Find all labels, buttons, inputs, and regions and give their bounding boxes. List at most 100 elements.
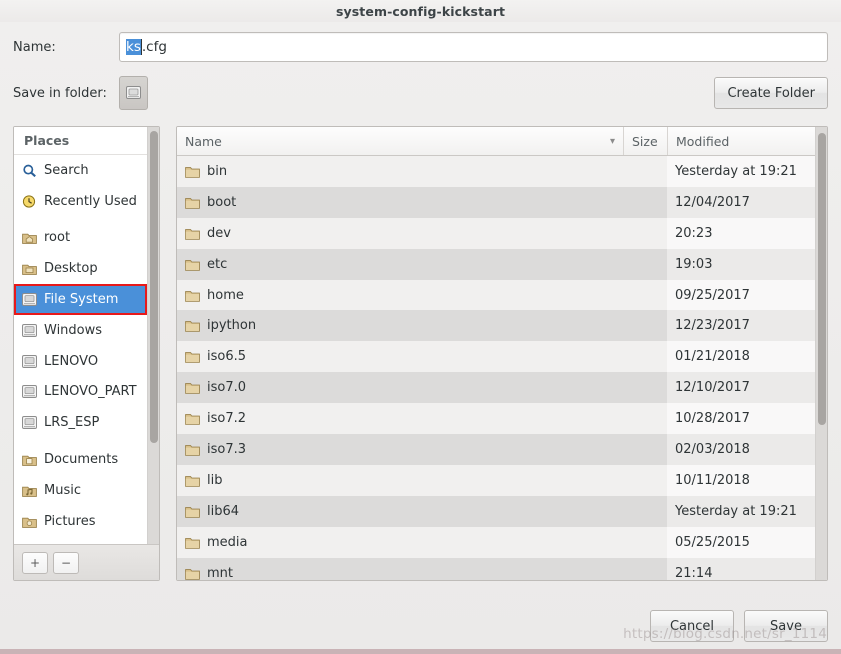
table-row[interactable]: ipython 12/23/2017 [177,310,815,342]
cancel-button[interactable]: Cancel [650,610,734,642]
table-row[interactable]: bin Yesterday at 19:21 [177,156,815,187]
disk-icon [126,84,141,103]
table-row[interactable]: iso7.0 12/10/2017 [177,372,815,404]
table-row[interactable]: iso7.3 02/03/2018 [177,434,815,465]
file-save-dialog: system-config-kickstart Name: ks .cfg Sav… [0,0,841,654]
folder-icon [185,505,200,518]
filename-input[interactable]: ks .cfg [119,32,828,62]
sidebar-item-recently-used[interactable]: Recently Used [14,186,147,217]
disk-icon [22,385,37,399]
pictures-folder-icon [22,515,37,528]
column-header-size-label: Size [632,133,658,149]
places-footer: + − [14,544,159,580]
file-name-cell: mnt [177,558,623,580]
places-scroll-area: Places Search Recently Used root Desktop Fil… [14,127,159,544]
sidebar-item-windows[interactable]: Windows [14,315,147,346]
sidebar-item-pictures[interactable]: Pictures [14,506,147,537]
file-modified-cell: 12/10/2017 [667,372,815,404]
home-folder-icon [22,231,37,245]
create-folder-label: Create Folder [727,85,815,101]
plus-icon: + [29,555,41,570]
file-modified-cell: 09/25/2017 [667,279,815,311]
places-sidebar: Places Search Recently Used root Desktop Fil… [13,126,160,581]
bottom-strip [0,649,841,654]
file-name-label: boot [207,194,237,210]
file-name-cell: lib64 [177,496,623,527]
save-in-folder-label: Save in folder: [13,85,107,101]
column-header-modified[interactable]: Modified [667,127,815,155]
save-in-folder-row: Save in folder: Create Folder [0,62,841,110]
table-row[interactable]: lib 10/11/2018 [177,464,815,496]
sidebar-item-lrs-esp[interactable]: LRS_ESP [14,407,147,438]
save-button[interactable]: Save [744,610,828,642]
file-list-scrollbar[interactable] [815,127,827,580]
table-row[interactable]: iso7.2 10/28/2017 [177,403,815,435]
disk-icon [22,354,37,368]
file-modified-cell: Yesterday at 19:21 [667,156,815,187]
file-size-cell [623,527,667,558]
window-title: system-config-kickstart [335,3,506,19]
file-name-cell: iso7.0 [177,372,623,403]
file-name-cell: lib [177,465,623,496]
places-list: Places Search Recently Used root Desktop Fil… [14,127,147,544]
column-header-size[interactable]: Size [623,127,667,155]
file-name-label: lib [207,472,223,488]
table-row[interactable]: lib64 Yesterday at 19:21 [177,495,815,527]
sidebar-item-documents[interactable]: Documents [14,444,147,475]
file-size-cell [623,249,667,280]
sidebar-item-root[interactable]: root [14,223,147,254]
folder-icon [185,536,200,549]
table-row[interactable]: mnt 21:14 [177,557,815,580]
folder-icon [185,196,200,209]
search-icon [22,164,37,177]
file-size-cell [623,558,667,580]
table-row[interactable]: media 05/25/2015 [177,526,815,558]
column-header-modified-label: Modified [676,133,730,149]
table-row[interactable]: dev 20:23 [177,217,815,249]
table-row[interactable]: boot 12/04/2017 [177,186,815,218]
dialog-body: Places Search Recently Used root Desktop Fil… [13,126,828,581]
file-modified-cell: 10/28/2017 [667,403,815,435]
file-size-cell [623,156,667,187]
add-bookmark-button[interactable]: + [22,551,48,574]
folder-icon [185,474,200,487]
sidebar-item-search[interactable]: Search [14,155,147,186]
file-list-scrollbar-thumb[interactable] [818,133,826,425]
sidebar-item-label: File System [44,292,119,308]
sidebar-item-label: Desktop [44,261,98,277]
file-modified-cell: 12/23/2017 [667,310,815,342]
file-name-label: lib64 [207,503,240,519]
table-row[interactable]: etc 19:03 [177,248,815,280]
sidebar-item-label: Windows [44,322,103,338]
file-name-cell: bin [177,156,623,187]
remove-bookmark-button[interactable]: − [53,551,79,574]
create-folder-button[interactable]: Create Folder [714,77,828,109]
table-row[interactable]: iso6.5 01/21/2018 [177,341,815,373]
name-row: Name: ks .cfg [0,22,841,62]
sidebar-item-desktop[interactable]: Desktop [14,253,147,284]
cancel-label: Cancel [669,618,715,634]
file-modified-cell: Yesterday at 19:21 [667,495,815,527]
file-name-cell: ipython [177,310,623,341]
column-header-name[interactable]: Name ▾ [177,127,623,155]
sidebar-item-lenovo[interactable]: LENOVO [14,346,147,377]
file-name-cell: iso7.2 [177,403,623,434]
file-name-cell: dev [177,218,623,249]
file-size-cell [623,310,667,341]
folder-icon [185,165,200,178]
file-name-label: mnt [207,565,233,580]
sidebar-item-music[interactable]: Music [14,475,147,506]
file-name-label: iso7.3 [207,441,247,457]
file-name-cell: iso6.5 [177,341,623,372]
sidebar-item-file-system[interactable]: File System [14,284,147,315]
file-modified-cell: 01/21/2018 [667,341,815,373]
sidebar-item-label: Music [44,482,81,498]
sidebar-item-lenovo-part[interactable]: LENOVO_PART [14,377,147,408]
file-size-cell [623,465,667,496]
chevron-down-icon: ▾ [609,135,615,147]
table-row[interactable]: home 09/25/2017 [177,279,815,311]
clock-icon [22,195,37,208]
places-scrollbar[interactable] [147,127,159,544]
current-folder-button[interactable] [119,76,148,110]
places-scrollbar-thumb[interactable] [150,131,158,443]
